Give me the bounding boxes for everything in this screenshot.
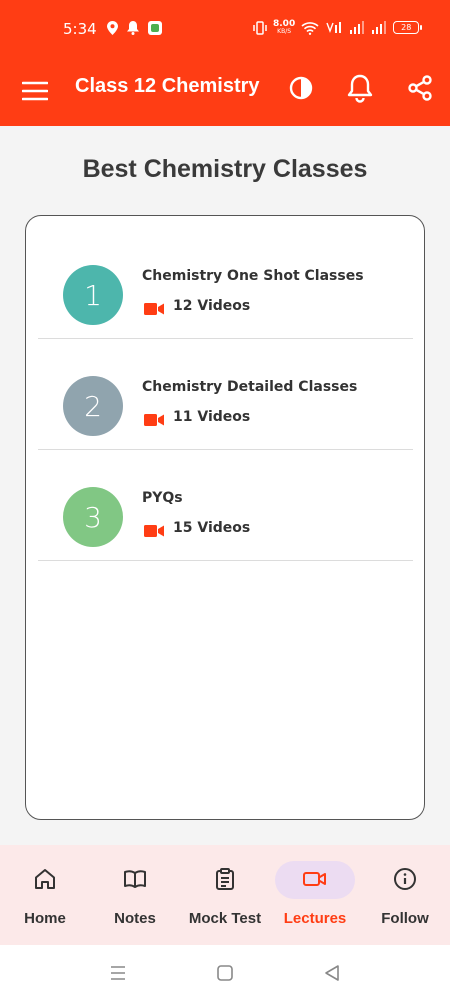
item-title: Chemistry Detailed Classes (142, 379, 358, 395)
bottom-nav: Home Notes Mock Test Lectures Follow (0, 845, 450, 945)
signal-2-icon (372, 20, 387, 34)
video-icon (144, 414, 164, 426)
item-number-badge: 1 (63, 265, 123, 325)
list-item[interactable]: 3 PYQs 15 Videos (38, 450, 413, 561)
battery-level: 28 (401, 23, 412, 32)
share-icon[interactable] (406, 74, 434, 102)
back-icon[interactable] (322, 963, 342, 983)
page-title: Best Chemistry Classes (82, 155, 368, 183)
list-item[interactable]: 1 Chemistry One Shot Classes 12 Videos (38, 228, 413, 339)
location-icon (107, 21, 118, 35)
video-icon (144, 525, 164, 537)
app-bar: Class 12 Chemistry (0, 58, 450, 126)
recents-icon[interactable] (108, 963, 128, 983)
item-video-count: 11 Videos (173, 409, 251, 425)
book-icon (124, 870, 146, 888)
home-icon (35, 869, 55, 889)
item-video-count: 12 Videos (173, 298, 251, 314)
wifi-icon (301, 21, 319, 35)
menu-icon[interactable] (22, 78, 48, 104)
status-bar: 5:34 8.00 KB/S 28 (0, 0, 450, 58)
clipboard-icon (216, 868, 234, 890)
network-speed: 8.00 KB/S (273, 20, 295, 35)
bell-icon[interactable] (346, 73, 374, 103)
item-number-badge: 3 (63, 487, 123, 547)
network-speed-unit: KB/S (277, 28, 292, 35)
nav-label: Notes (114, 910, 156, 927)
nav-label: Follow (381, 910, 429, 927)
nav-item-mock-test[interactable]: Mock Test (180, 845, 270, 945)
info-icon (394, 868, 416, 890)
nav-label: Home (24, 910, 66, 927)
classes-card: 1 Chemistry One Shot Classes 12 Videos 2… (25, 215, 425, 820)
nav-label: Lectures (283, 910, 347, 927)
video-icon (303, 872, 326, 886)
signal-icon (350, 20, 365, 34)
contrast-icon[interactable] (288, 75, 314, 101)
item-title: PYQs (142, 490, 183, 506)
system-nav-bar (0, 945, 450, 1000)
nav-item-follow[interactable]: Follow (360, 845, 450, 945)
app-badge-icon (148, 21, 162, 35)
nav-label: Mock Test (188, 910, 262, 927)
status-time: 5:34 (63, 20, 97, 38)
item-video-count: 15 Videos (173, 520, 251, 536)
status-notification-icons (107, 21, 162, 35)
notification-bell-icon (127, 21, 139, 35)
nav-item-notes[interactable]: Notes (90, 845, 180, 945)
home-button-icon[interactable] (215, 963, 235, 983)
battery-icon: 28 (393, 21, 423, 34)
item-title: Chemistry One Shot Classes (142, 268, 364, 284)
nav-item-lectures[interactable]: Lectures (270, 845, 360, 945)
list-item[interactable]: 2 Chemistry Detailed Classes 11 Videos (38, 339, 413, 450)
volte-icon (326, 21, 342, 33)
vibrate-icon (253, 20, 267, 35)
video-icon (144, 303, 164, 315)
nav-item-home[interactable]: Home (0, 845, 90, 945)
item-number-badge: 2 (63, 376, 123, 436)
status-system-icons: 8.00 KB/S 28 (253, 20, 423, 35)
app-title: Class 12 Chemistry (75, 75, 260, 97)
